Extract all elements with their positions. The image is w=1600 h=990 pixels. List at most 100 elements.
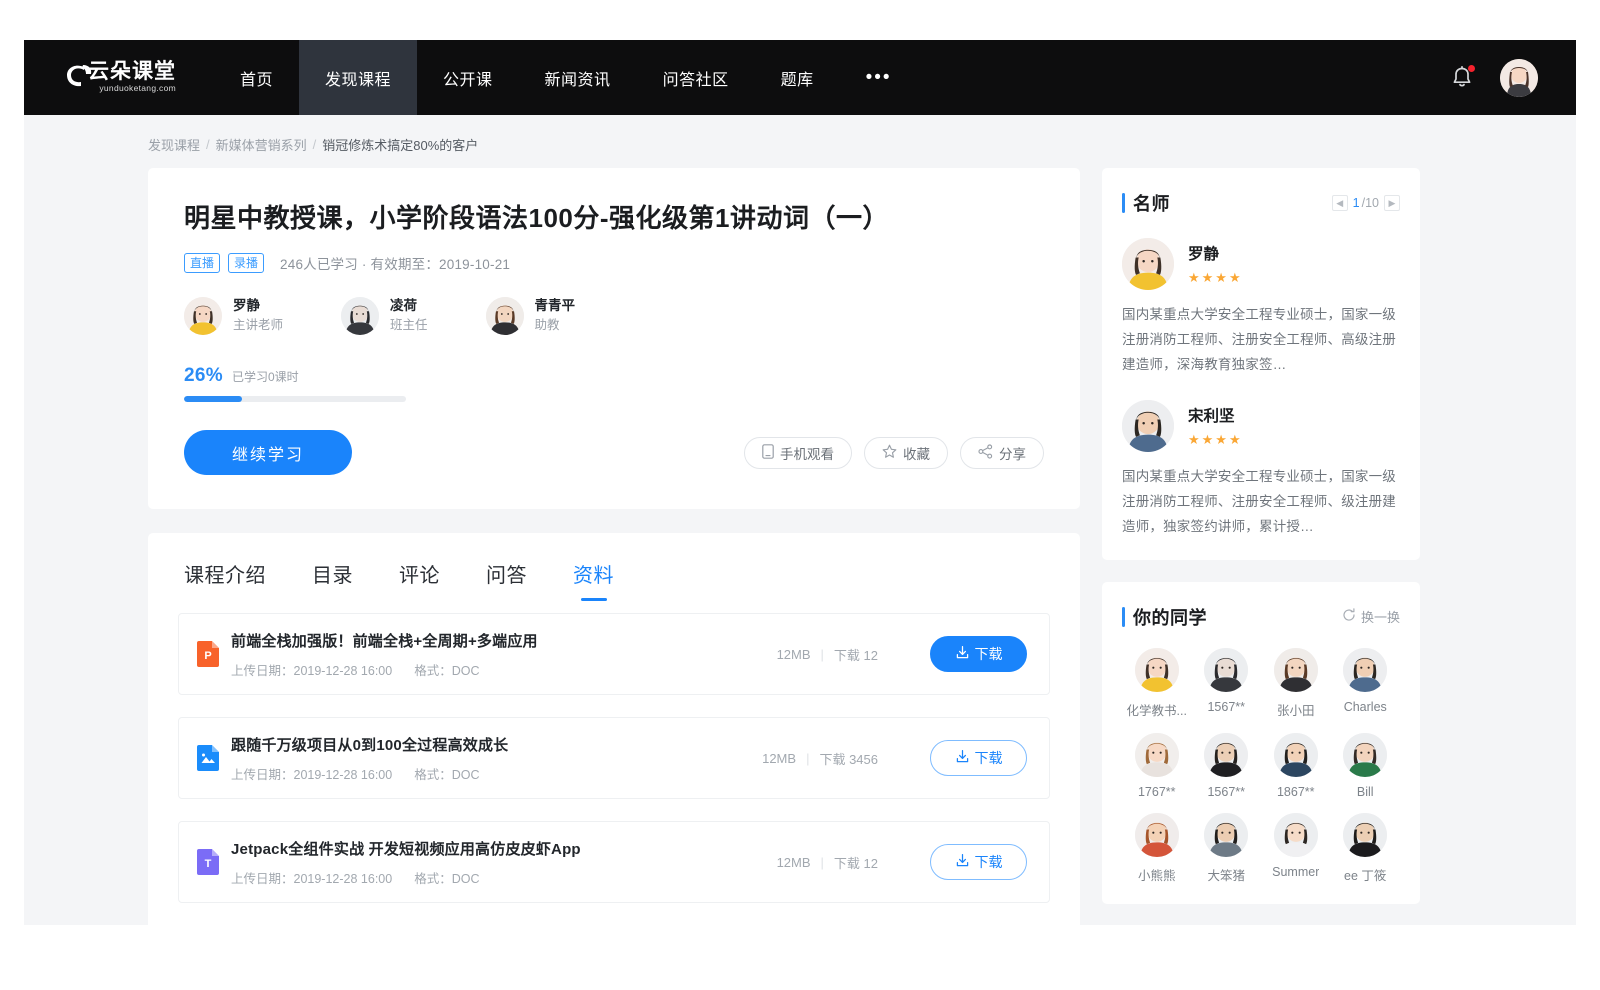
refresh-classmates-button[interactable]: 换一换 xyxy=(1342,607,1400,626)
classmate-item[interactable]: 张小田 xyxy=(1261,648,1331,719)
download-button[interactable]: 下载 xyxy=(930,636,1027,672)
text-file-icon: T xyxy=(197,849,219,875)
logo-text-en: yunduoketang.com xyxy=(88,83,176,93)
teacher-description: 国内某重点大学安全工程专业硕士，国家一级注册消防工程师、注册安全工程师、级注册建… xyxy=(1122,465,1400,540)
avatar xyxy=(1122,238,1174,290)
material-name: 前端全栈加强版！前端全栈+全周期+多端应用 xyxy=(231,630,777,651)
material-row[interactable]: T Jetpack全组件实战 开发短视频应用高仿皮皮虾App 上传日期：2019… xyxy=(178,821,1050,903)
star-icon xyxy=(882,444,897,462)
tab-0[interactable]: 课程介绍 xyxy=(184,559,266,601)
teacher-description: 国内某重点大学安全工程专业硕士，国家一级注册消防工程师、注册安全工程师、高级注册… xyxy=(1122,303,1400,378)
breadcrumb-item-1[interactable]: 新媒体营销系列 xyxy=(216,135,307,154)
classmate-item[interactable]: 1867** xyxy=(1261,733,1331,799)
nav-item-1[interactable]: 发现课程 xyxy=(299,40,417,115)
classmate-item[interactable]: ee 丁筱 xyxy=(1331,813,1401,884)
continue-study-button[interactable]: 继续学习 xyxy=(184,430,352,475)
notification-bell-icon[interactable] xyxy=(1450,65,1474,91)
nav-more-button[interactable]: ••• xyxy=(840,40,918,115)
course-teacher[interactable]: 凌荷 班主任 xyxy=(341,297,428,335)
material-size: 12MB xyxy=(777,855,811,870)
nav-item-2[interactable]: 公开课 xyxy=(417,40,519,115)
famous-teacher-items: 罗静 ★★★★ 国内某重点大学安全工程专业硕士，国家一级注册消防工程师、注册安全… xyxy=(1122,238,1400,540)
material-row[interactable]: P 前端全栈加强版！前端全栈+全周期+多端应用 上传日期：2019-12-28 … xyxy=(178,613,1050,695)
course-teacher[interactable]: 罗静 主讲老师 xyxy=(184,297,283,335)
teacher-role: 班主任 xyxy=(390,316,428,335)
material-format: 格式：DOC xyxy=(414,764,479,783)
nav-item-5[interactable]: 题库 xyxy=(755,40,840,115)
breadcrumb-item-0[interactable]: 发现课程 xyxy=(148,135,200,154)
teacher-name: 罗静 xyxy=(1188,242,1243,264)
material-format: 格式：DOC xyxy=(414,660,479,679)
classmate-item[interactable]: 小熊熊 xyxy=(1122,813,1192,884)
nav-item-3[interactable]: 新闻资讯 xyxy=(519,40,637,115)
nav-item-4[interactable]: 问答社区 xyxy=(637,40,755,115)
material-stats: 12MB | 下载 12 xyxy=(777,645,878,664)
watch-on-phone-button[interactable]: 手机观看 xyxy=(744,437,852,469)
avatar xyxy=(1274,648,1318,692)
file-icon-letter: P xyxy=(197,641,219,667)
material-row[interactable]: 跟随千万级项目从0到100全过程高效成长 上传日期：2019-12-28 16:… xyxy=(178,717,1050,799)
material-download-count: 下载 12 xyxy=(834,645,878,664)
classmate-item[interactable]: 大笨猪 xyxy=(1192,813,1262,884)
famous-teachers-title: 名师 xyxy=(1122,190,1170,216)
material-upload-date: 上传日期：2019-12-28 16:00 xyxy=(231,868,392,887)
classmates-card: 你的同学 换一换 化 xyxy=(1102,582,1420,904)
classmate-name: 小熊熊 xyxy=(1138,865,1176,884)
tab-bar: 课程介绍 目录 评论 问答 资料 xyxy=(148,533,1080,601)
tab-3[interactable]: 问答 xyxy=(486,559,527,601)
classmate-name: 1867** xyxy=(1277,785,1315,799)
classmate-item[interactable]: 1567** xyxy=(1192,648,1262,719)
right-sidebar: 名师 ◀ 1/10 ▶ 罗静 ★★★★ 国内某重点大学安 xyxy=(1102,168,1420,925)
avatar xyxy=(1204,648,1248,692)
avatar xyxy=(1274,733,1318,777)
progress-block: 26% 已学习0课时 xyxy=(184,365,1044,402)
course-meta-row: 直播 录播 246人已学习 · 有效期至：2019-10-21 xyxy=(184,253,1044,273)
favorite-button[interactable]: 收藏 xyxy=(864,437,948,469)
progress-bar-fill xyxy=(184,396,242,402)
famous-teacher-item[interactable]: 罗静 ★★★★ 国内某重点大学安全工程专业硕士，国家一级注册消防工程师、注册安全… xyxy=(1122,238,1400,378)
tab-4[interactable]: 资料 xyxy=(573,559,614,601)
classmate-item[interactable]: 化学教书... xyxy=(1122,648,1192,719)
download-button[interactable]: 下载 xyxy=(930,740,1027,776)
course-teacher[interactable]: 青青平 助教 xyxy=(486,297,576,335)
left-column: 明星中教授课，小学阶段语法100分-强化级第1讲动词（一） 直播 录播 246人… xyxy=(148,168,1080,925)
nav-item-0[interactable]: 首页 xyxy=(214,40,299,115)
download-label: 下载 xyxy=(975,852,1003,872)
classmate-item[interactable]: 1567** xyxy=(1192,733,1262,799)
download-icon xyxy=(955,749,970,767)
famous-teacher-item[interactable]: 宋利坚 ★★★★ 国内某重点大学安全工程专业硕士，国家一级注册消防工程师、注册安… xyxy=(1122,400,1400,540)
avatar xyxy=(184,297,222,335)
user-avatar[interactable] xyxy=(1500,59,1538,97)
classmate-name: 1767** xyxy=(1138,785,1176,799)
classmate-name: 1567** xyxy=(1207,700,1245,714)
tab-2[interactable]: 评论 xyxy=(399,559,440,601)
famous-teachers-pager: ◀ 1/10 ▶ xyxy=(1332,195,1400,211)
classmate-item[interactable]: Bill xyxy=(1331,733,1401,799)
classmate-name: Bill xyxy=(1357,785,1374,799)
classmate-item[interactable]: Charles xyxy=(1331,648,1401,719)
classmate-name: ee 丁筱 xyxy=(1344,865,1386,884)
download-label: 下载 xyxy=(975,644,1003,664)
material-size: 12MB xyxy=(777,647,811,662)
tab-1[interactable]: 目录 xyxy=(312,559,353,601)
material-stats: 12MB | 下载 12 xyxy=(777,853,878,872)
classmate-item[interactable]: 1767** xyxy=(1122,733,1192,799)
top-navigation-bar: 云朵课堂 yunduoketang.com 首页发现课程公开课新闻资讯问答社区题… xyxy=(24,40,1576,115)
avatar xyxy=(1135,813,1179,857)
progress-bar xyxy=(184,396,406,402)
chevron-right-icon[interactable]: ▶ xyxy=(1384,195,1400,211)
teacher-role: 主讲老师 xyxy=(233,316,283,335)
rating-stars: ★★★★ xyxy=(1188,270,1243,286)
download-button[interactable]: 下载 xyxy=(930,844,1027,880)
download-icon xyxy=(955,645,970,663)
share-button[interactable]: 分享 xyxy=(960,437,1044,469)
classmate-item[interactable]: Summer xyxy=(1261,813,1331,884)
avatar xyxy=(1204,813,1248,857)
main-content: 明星中教授课，小学阶段语法100分-强化级第1讲动词（一） 直播 录播 246人… xyxy=(24,154,1576,925)
ppt-file-icon: P xyxy=(197,641,219,667)
course-tag-live: 直播 xyxy=(184,253,220,273)
logo[interactable]: 云朵课堂 yunduoketang.com xyxy=(24,40,214,115)
chevron-left-icon[interactable]: ◀ xyxy=(1332,195,1348,211)
classmate-name: 大笨猪 xyxy=(1207,865,1245,884)
course-actions-row: 继续学习 手机观看 xyxy=(184,430,1044,475)
